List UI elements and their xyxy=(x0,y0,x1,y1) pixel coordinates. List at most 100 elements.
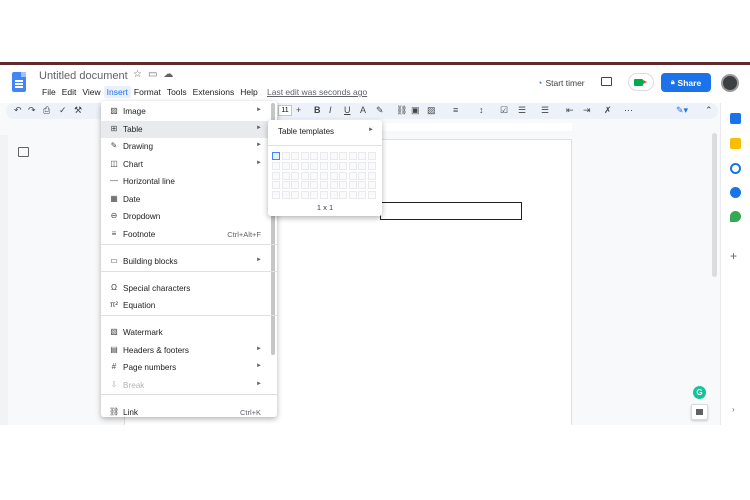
paint-format-icon[interactable]: ⚒ xyxy=(74,105,82,116)
insert-menu-item-special-characters[interactable]: Ω Special characters xyxy=(101,280,277,297)
avatar[interactable] xyxy=(721,74,739,92)
table-grid-cell[interactable] xyxy=(368,181,376,190)
table-grid-cell[interactable] xyxy=(358,171,367,180)
underline-icon[interactable]: U xyxy=(344,105,351,115)
table-grid-cell[interactable] xyxy=(272,161,280,170)
table-grid-cell[interactable] xyxy=(300,191,309,200)
table-grid-cell[interactable] xyxy=(368,161,376,170)
cloud-status-icon[interactable]: ☁ xyxy=(163,69,173,80)
page-scrollbar[interactable] xyxy=(712,133,717,277)
tasks-icon[interactable] xyxy=(730,163,741,174)
table-size-grid[interactable] xyxy=(272,152,378,202)
table-grid-cell[interactable] xyxy=(329,191,338,200)
menu-extensions[interactable]: Extensions xyxy=(190,86,238,98)
link-icon[interactable]: ⛓ xyxy=(396,105,407,116)
insert-menu-item-chart[interactable]: ◫ Chart ► xyxy=(101,156,277,173)
table-grid-cell[interactable] xyxy=(281,161,290,170)
menu-format[interactable]: Format xyxy=(131,86,164,98)
star-icon[interactable]: ☆ xyxy=(133,69,142,80)
insert-menu-item-equation[interactable]: π² Equation xyxy=(101,297,277,314)
bold-icon[interactable]: B xyxy=(314,105,321,115)
table-grid-cell[interactable] xyxy=(329,171,338,180)
table-grid-cell[interactable] xyxy=(310,152,319,160)
font-size-input[interactable]: 11 xyxy=(278,105,292,116)
table-grid-cell[interactable] xyxy=(320,152,328,160)
table-grid-cell[interactable] xyxy=(291,191,300,200)
collapse-menus-icon[interactable]: ⌃ xyxy=(705,105,713,116)
table-grid-cell[interactable] xyxy=(329,152,338,160)
table-grid-cell[interactable] xyxy=(329,181,338,190)
table-grid-cell[interactable] xyxy=(339,181,348,190)
table-grid-cell[interactable] xyxy=(368,152,376,160)
keep-icon[interactable] xyxy=(730,138,741,149)
table-grid-cell[interactable] xyxy=(281,191,290,200)
table-grid-cell[interactable] xyxy=(348,152,357,160)
checklist-icon[interactable]: ☑ xyxy=(500,105,508,116)
insert-menu-item-table[interactable]: ⊞ Table ► xyxy=(101,120,277,138)
table-grid-cell[interactable] xyxy=(358,152,367,160)
insert-menu-item-image[interactable]: ▨ Image ► xyxy=(101,103,277,120)
table-grid-cell[interactable] xyxy=(310,181,319,190)
editing-mode-icon[interactable]: ✎▾ xyxy=(676,105,688,116)
comment-history-icon[interactable] xyxy=(601,77,612,86)
menu-tools[interactable]: Tools xyxy=(164,86,190,98)
numbered-list-icon[interactable]: ☰ xyxy=(541,105,549,116)
table-grid-cell[interactable] xyxy=(281,181,290,190)
table-grid-cell[interactable] xyxy=(310,171,319,180)
table-grid-cell[interactable] xyxy=(358,181,367,190)
share-button[interactable]: 🔒︎ Share xyxy=(661,73,711,92)
document-outline-icon[interactable] xyxy=(18,147,29,157)
table-grid-cell[interactable] xyxy=(368,171,376,180)
table-grid-cell[interactable] xyxy=(291,181,300,190)
align-icon[interactable]: ≡ xyxy=(453,105,458,115)
start-timer-button[interactable]: ◔ Start timer xyxy=(537,78,585,88)
table-grid-cell[interactable] xyxy=(329,161,338,170)
menu-file[interactable]: File xyxy=(39,86,59,98)
table-grid-cell[interactable] xyxy=(320,161,328,170)
decrease-indent-icon[interactable]: ⇤ xyxy=(566,105,574,116)
insert-menu-item-dropdown[interactable]: ⊖ Dropdown xyxy=(101,208,277,225)
menu-view[interactable]: View xyxy=(79,86,103,98)
table-grid-cell[interactable] xyxy=(320,181,328,190)
table-grid-cell[interactable] xyxy=(300,171,309,180)
spellcheck-icon[interactable]: ✓ xyxy=(59,105,67,116)
maps-icon[interactable] xyxy=(730,211,741,222)
table-grid-cell[interactable] xyxy=(281,171,290,180)
show-side-panel-icon[interactable]: › xyxy=(732,405,735,414)
table-templates-item[interactable]: Table templates ► xyxy=(268,124,382,140)
insert-menu-item-break[interactable]: ⇩ Break ► xyxy=(101,377,277,394)
table-grid-cell[interactable] xyxy=(320,171,328,180)
table-grid-cell[interactable] xyxy=(358,191,367,200)
add-ons-icon[interactable]: + xyxy=(730,249,737,263)
redo-icon[interactable]: ↷ xyxy=(28,105,36,116)
table-grid-cell[interactable] xyxy=(320,191,328,200)
grammarly-icon[interactable]: G xyxy=(693,386,706,399)
table-grid-cell[interactable] xyxy=(339,161,348,170)
table-grid-cell[interactable] xyxy=(291,152,300,160)
docs-logo-icon[interactable] xyxy=(12,72,26,92)
table-grid-cell[interactable] xyxy=(281,152,290,160)
calendar-icon[interactable] xyxy=(730,113,741,124)
insert-menu-item-building-blocks[interactable]: ▭ Building blocks ► xyxy=(101,253,277,270)
last-edit-link[interactable]: Last edit was seconds ago xyxy=(267,87,367,97)
print-icon[interactable]: ⎙ xyxy=(43,105,50,116)
insert-menu-item-watermark[interactable]: ▧ Watermark xyxy=(101,324,277,341)
table-grid-cell[interactable] xyxy=(291,171,300,180)
contacts-icon[interactable] xyxy=(730,187,741,198)
font-size-increase-icon[interactable]: + xyxy=(296,105,301,115)
table-grid-cell[interactable] xyxy=(348,171,357,180)
table-grid-cell[interactable] xyxy=(272,181,280,190)
document-title[interactable]: Untitled document xyxy=(39,70,128,82)
bulleted-list-icon[interactable]: ☰ xyxy=(518,105,526,116)
insert-menu-item-drawing[interactable]: ✎ Drawing ► xyxy=(101,138,277,155)
menu-help[interactable]: Help xyxy=(237,86,260,98)
menu-insert[interactable]: Insert xyxy=(103,86,131,98)
insert-menu-item-page-numbers[interactable]: # Page numbers ► xyxy=(101,359,277,376)
table-grid-cell[interactable] xyxy=(300,161,309,170)
table-grid-cell[interactable] xyxy=(348,191,357,200)
insert-menu-item-horizontal-line[interactable]: — Horizontal line xyxy=(101,173,277,190)
text-color-icon[interactable]: A xyxy=(360,105,366,115)
table-grid-cell[interactable] xyxy=(300,181,309,190)
menu-edit[interactable]: Edit xyxy=(59,86,80,98)
move-folder-icon[interactable]: ▭ xyxy=(148,69,157,80)
